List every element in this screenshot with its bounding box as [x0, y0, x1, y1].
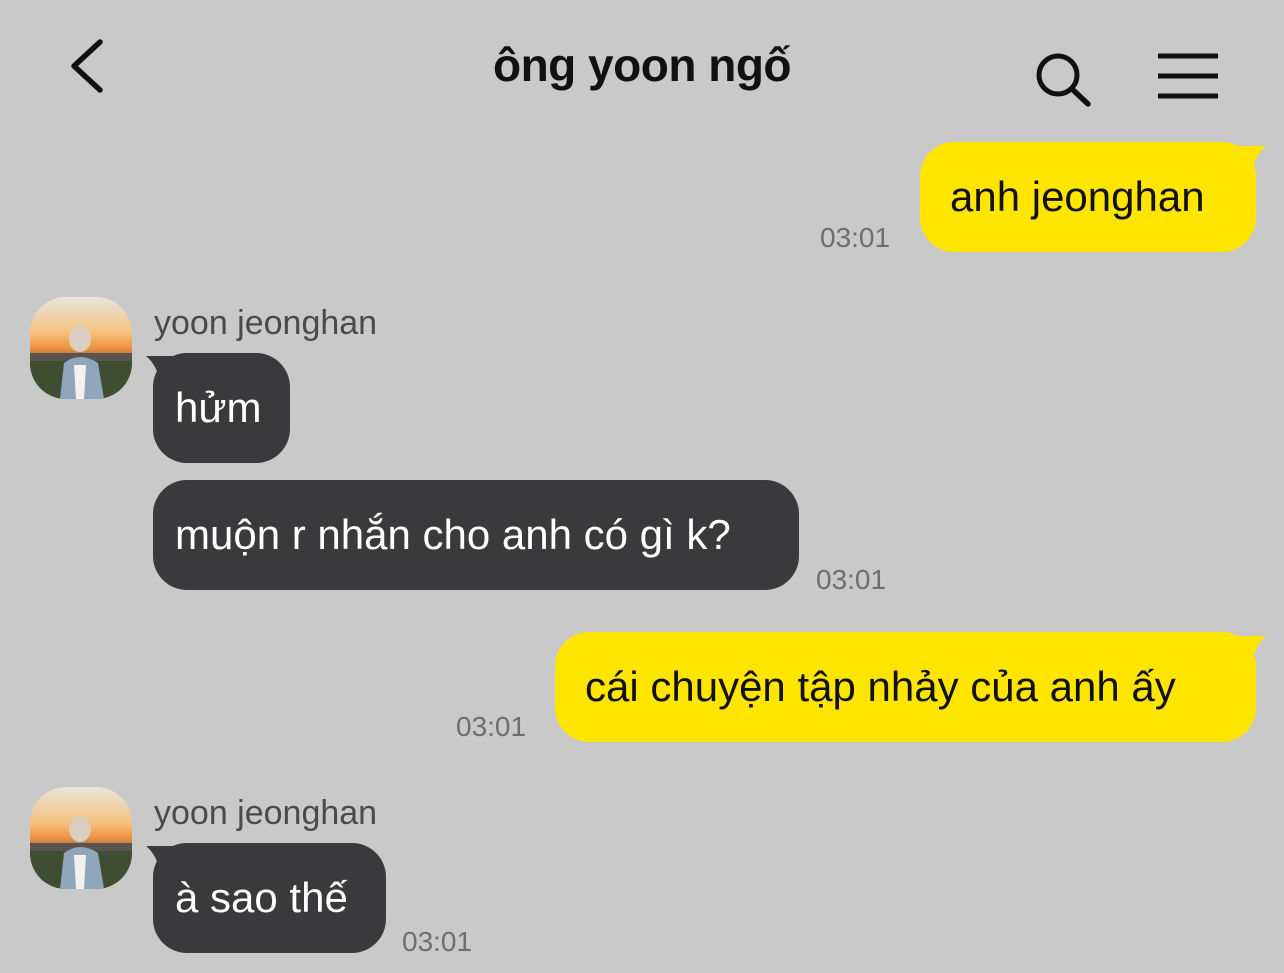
message-text: anh jeonghan: [950, 173, 1205, 220]
message-time: 03:01: [456, 711, 527, 742]
message-text: à sao thế: [175, 874, 348, 921]
outgoing-message-bubble[interactable]: anh jeonghan: [920, 142, 1256, 252]
message-text: hửm: [175, 384, 262, 431]
hamburger-menu-icon: [1158, 53, 1218, 99]
avatar[interactable]: [30, 297, 132, 399]
bubble-tail: [1230, 636, 1266, 664]
avatar[interactable]: [30, 787, 132, 889]
message-time: 03:01: [402, 926, 473, 957]
search-icon: [1036, 53, 1091, 107]
menu-button[interactable]: [1152, 50, 1224, 102]
message-time: 03:01: [816, 564, 887, 595]
bubble-tail: [1230, 146, 1266, 174]
incoming-message-bubble[interactable]: muộn r nhắn cho anh có gì k?: [153, 480, 799, 590]
incoming-message-bubble[interactable]: à sao thế: [153, 843, 386, 953]
sender-name: yoon jeonghan: [154, 304, 378, 342]
sender-name: yoon jeonghan: [154, 794, 378, 832]
chat-header: ông yoon ngố: [0, 0, 1284, 130]
message-time: 03:01: [820, 222, 891, 253]
avatar-photo: [30, 297, 132, 399]
search-button[interactable]: [1030, 50, 1096, 110]
message-text: cái chuyện tập nhảy của anh ấy: [585, 663, 1176, 710]
avatar-photo: [30, 787, 132, 889]
incoming-message-bubble[interactable]: hửm: [153, 353, 290, 463]
message-text: muộn r nhắn cho anh có gì k?: [175, 511, 731, 558]
outgoing-message-bubble[interactable]: cái chuyện tập nhảy của anh ấy: [555, 632, 1256, 742]
